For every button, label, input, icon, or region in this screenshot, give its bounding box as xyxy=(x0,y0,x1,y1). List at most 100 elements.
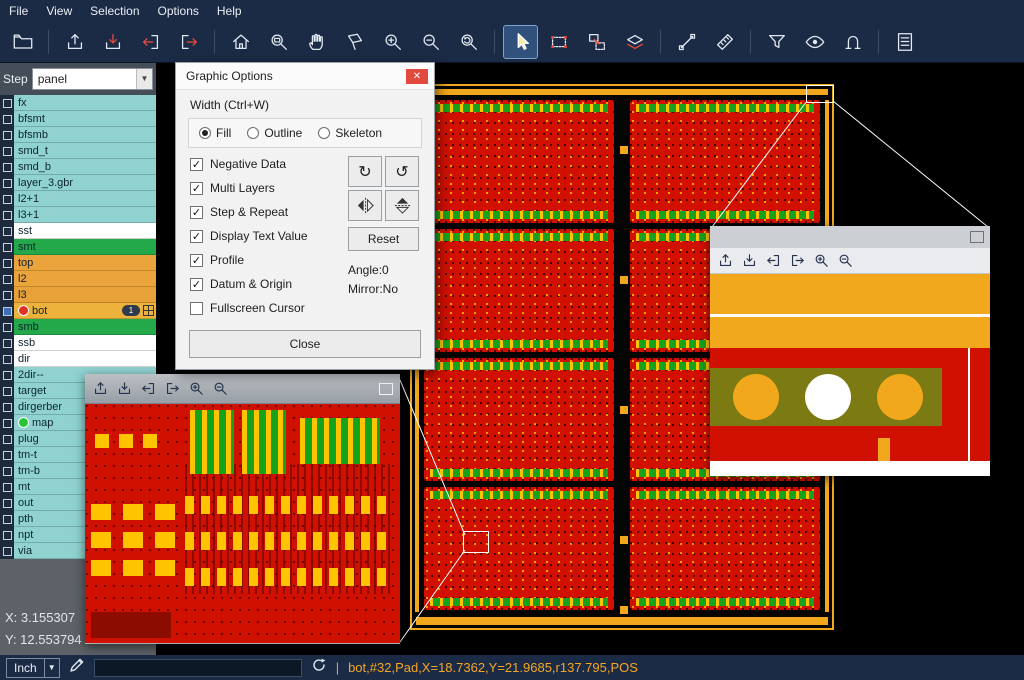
layer-name[interactable]: sst xyxy=(14,223,156,239)
import-left-button[interactable] xyxy=(765,252,782,269)
import-up-button[interactable] xyxy=(717,252,734,269)
layer-name[interactable]: layer_3.gbr xyxy=(14,175,156,191)
home-button[interactable] xyxy=(224,26,257,58)
layer-checkbox[interactable] xyxy=(0,207,14,223)
layer-checkbox[interactable] xyxy=(0,463,14,479)
transform-button[interactable] xyxy=(580,26,613,58)
layer-name[interactable]: smt xyxy=(14,239,156,255)
check-negative-data[interactable]: Negative Data xyxy=(190,156,340,172)
layer-checkbox[interactable] xyxy=(0,479,14,495)
layer-checkbox[interactable] xyxy=(0,351,14,367)
import-right-button[interactable] xyxy=(172,26,205,58)
close-button[interactable]: Close xyxy=(189,330,421,358)
layer-checkbox[interactable] xyxy=(0,335,14,351)
import-left-button[interactable] xyxy=(134,26,167,58)
import-right-button[interactable] xyxy=(164,380,181,397)
zoom-in-button[interactable] xyxy=(376,26,409,58)
reset-button[interactable]: Reset xyxy=(348,227,419,251)
layer-checkbox[interactable] xyxy=(0,127,14,143)
mirror-vertical-button[interactable] xyxy=(385,190,419,221)
import-up-button[interactable] xyxy=(58,26,91,58)
layer-name[interactable]: l3 xyxy=(14,287,156,303)
layer-name[interactable]: bfsmb xyxy=(14,127,156,143)
check-profile[interactable]: Profile xyxy=(190,252,340,268)
magnifier-window-right[interactable] xyxy=(710,226,990,476)
view-options-button[interactable] xyxy=(798,26,831,58)
layer-checkbox[interactable] xyxy=(0,303,14,319)
layer-checkbox[interactable] xyxy=(0,159,14,175)
import-up-button[interactable] xyxy=(92,380,109,397)
menu-help[interactable]: Help xyxy=(217,4,242,18)
magnifier-viewport[interactable] xyxy=(85,404,400,643)
rotate-cw-button[interactable]: ↻ xyxy=(348,156,382,187)
layer-checkbox[interactable] xyxy=(0,527,14,543)
layer-name[interactable]: l3+1 xyxy=(14,207,156,223)
zoom-out-button[interactable] xyxy=(837,252,854,269)
layer-checkbox[interactable] xyxy=(0,383,14,399)
layer-name[interactable]: smd_b xyxy=(14,159,156,175)
radio-fill[interactable]: Fill xyxy=(199,126,231,140)
pan-button[interactable] xyxy=(300,26,333,58)
layer-checkbox[interactable] xyxy=(0,367,14,383)
rotate-ccw-button[interactable]: ↺ xyxy=(385,156,419,187)
layer-name[interactable]: smb xyxy=(14,319,156,335)
menu-options[interactable]: Options xyxy=(158,4,199,18)
layer-checkbox[interactable] xyxy=(0,111,14,127)
layer-checkbox[interactable] xyxy=(0,399,14,415)
select-polygon-button[interactable] xyxy=(338,26,371,58)
menu-selection[interactable]: Selection xyxy=(90,4,139,18)
command-input[interactable] xyxy=(94,659,302,677)
zoom-in-button[interactable] xyxy=(813,252,830,269)
layer-checkbox[interactable] xyxy=(0,175,14,191)
menu-view[interactable]: View xyxy=(46,4,72,18)
radio-outline[interactable]: Outline xyxy=(247,126,302,140)
import-down-button[interactable] xyxy=(96,26,129,58)
check-display-text-value[interactable]: Display Text Value xyxy=(190,228,340,244)
zoom-previous-button[interactable] xyxy=(452,26,485,58)
layer-name[interactable]: smd_t xyxy=(14,143,156,159)
zoom-out-button[interactable] xyxy=(212,380,229,397)
layer-name[interactable]: bfsmt xyxy=(14,111,156,127)
import-down-button[interactable] xyxy=(741,252,758,269)
menu-file[interactable]: File xyxy=(9,4,28,18)
layer-checkbox[interactable] xyxy=(0,447,14,463)
layer-checkbox[interactable] xyxy=(0,511,14,527)
mirror-horizontal-button[interactable] xyxy=(348,190,382,221)
check-fullscreen-cursor[interactable]: Fullscreen Cursor xyxy=(190,300,340,316)
import-left-button[interactable] xyxy=(140,380,157,397)
check-multi-layers[interactable]: Multi Layers xyxy=(190,180,340,196)
import-right-button[interactable] xyxy=(789,252,806,269)
refresh-icon[interactable] xyxy=(311,657,327,678)
layer-name[interactable]: top xyxy=(14,255,156,271)
zoom-out-button[interactable] xyxy=(414,26,447,58)
layer-checkbox[interactable] xyxy=(0,287,14,303)
layer-checkbox[interactable] xyxy=(0,143,14,159)
radio-skeleton[interactable]: Skeleton xyxy=(318,126,382,140)
layer-name[interactable]: l2 xyxy=(14,271,156,287)
close-icon[interactable]: ✕ xyxy=(406,69,428,84)
layer-checkbox[interactable] xyxy=(0,495,14,511)
import-down-button[interactable] xyxy=(116,380,133,397)
restore-window-icon[interactable] xyxy=(970,231,984,243)
select-rectangle-button[interactable] xyxy=(542,26,575,58)
magnifier-viewport[interactable] xyxy=(710,274,990,475)
layer-checkbox[interactable] xyxy=(0,431,14,447)
layer-checkbox[interactable] xyxy=(0,239,14,255)
zoom-in-button[interactable] xyxy=(188,380,205,397)
layer-name[interactable]: dir xyxy=(14,351,156,367)
layer-checkbox[interactable] xyxy=(0,223,14,239)
dialog-titlebar[interactable]: Graphic Options ✕ xyxy=(176,63,434,90)
zoom-window-button[interactable] xyxy=(262,26,295,58)
layer-name[interactable]: bot1 xyxy=(14,303,156,319)
report-button[interactable] xyxy=(888,26,921,58)
layer-name[interactable]: fx xyxy=(14,95,156,111)
magnifier-window-left[interactable] xyxy=(85,374,400,644)
filter-button[interactable] xyxy=(760,26,793,58)
ruler-button[interactable] xyxy=(708,26,741,58)
layer-name[interactable]: l2+1 xyxy=(14,191,156,207)
graphic-options-dialog[interactable]: Graphic Options ✕ Width (Ctrl+W) Fill Ou… xyxy=(175,62,435,370)
unit-select[interactable]: Inch ▼ xyxy=(6,658,60,678)
sketch-pen-icon[interactable] xyxy=(69,657,85,678)
check-step-repeat[interactable]: Step & Repeat xyxy=(190,204,340,220)
layer-checkbox[interactable] xyxy=(0,319,14,335)
